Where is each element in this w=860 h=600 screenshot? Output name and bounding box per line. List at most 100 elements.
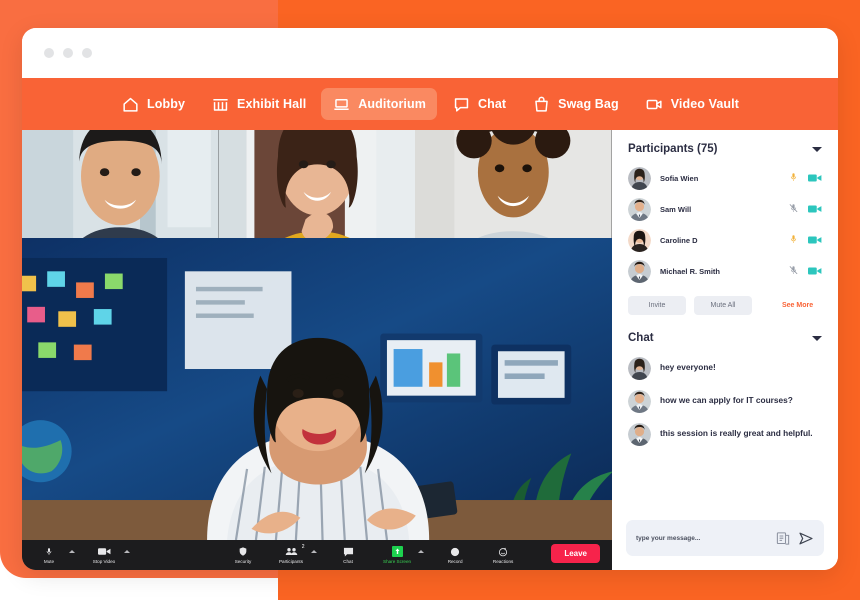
control-stop-video[interactable]: Stop Video — [87, 546, 121, 565]
chat-collapse-chevron-down-icon[interactable] — [812, 335, 822, 341]
nav-label-video-vault: Video Vault — [670, 97, 739, 111]
storefront-icon — [211, 95, 230, 113]
participants-panel-header: Participants (75) — [624, 130, 826, 163]
control-mute[interactable]: Mute — [32, 546, 66, 565]
chat-input[interactable] — [636, 534, 768, 542]
control-group-chat: Chat — [331, 546, 365, 565]
avatar — [628, 198, 651, 221]
control-record[interactable]: Record — [438, 546, 472, 565]
nav-item-exhibit-hall[interactable]: Exhibit Hall — [200, 88, 317, 120]
laptop-icon — [332, 95, 351, 113]
see-more-link[interactable]: See More — [782, 302, 813, 309]
home-icon — [121, 95, 140, 113]
camera-on-icon[interactable] — [808, 170, 822, 188]
control-share-screen[interactable]: Share Screen — [379, 546, 415, 565]
attach-document-icon[interactable] — [776, 531, 790, 546]
avatar — [628, 423, 651, 446]
control-label-share-screen: Share Screen — [383, 558, 412, 564]
microphone-on-icon[interactable] — [789, 170, 798, 188]
nav-label-chat: Chat — [477, 97, 507, 111]
chat-composer — [626, 520, 824, 556]
thumbnail-participant-3[interactable] — [415, 130, 613, 238]
thumbnail-participant-2[interactable] — [218, 130, 416, 238]
nav-item-lobby[interactable]: Lobby — [110, 88, 196, 120]
microphone-on-icon[interactable] — [789, 232, 798, 250]
participant-row[interactable]: Sofia Wien — [624, 163, 826, 194]
chat-message-text: this session is really great and helpful… — [660, 428, 813, 438]
participant-controls — [789, 263, 822, 281]
control-reactions[interactable]: Reactions — [486, 546, 520, 565]
control-group-security: Security — [226, 546, 260, 565]
chat-message: how we can apply for IT courses? — [624, 385, 826, 418]
camera-on-icon[interactable] — [808, 232, 822, 250]
camera-on-icon[interactable] — [808, 201, 822, 219]
share-options-caret[interactable] — [418, 549, 425, 553]
control-chat[interactable]: Chat — [331, 546, 365, 565]
leave-meeting-button[interactable]: Leave — [551, 544, 600, 563]
participant-name: Caroline D — [660, 236, 698, 245]
send-message-icon[interactable] — [798, 531, 814, 546]
side-panel: Participants (75) Sofia Wien Sam Will Ca… — [612, 130, 838, 570]
mute-options-caret[interactable] — [69, 549, 75, 553]
control-label-stop-video: Stop Video — [92, 558, 116, 564]
window-body: Mute Stop Video Security 2 Participants … — [22, 130, 838, 570]
participants-options-caret[interactable] — [311, 549, 317, 553]
microphone-off-icon[interactable] — [789, 263, 798, 281]
chat-bubble-icon — [343, 546, 354, 558]
participant-controls — [789, 201, 822, 219]
record-icon — [450, 546, 460, 558]
chat-message-text: how we can apply for IT courses? — [660, 395, 793, 405]
avatar — [628, 357, 651, 380]
participant-thumbnail-row — [22, 130, 613, 238]
participants-count-badge: 2 — [301, 543, 305, 550]
participant-row[interactable]: Caroline D — [624, 225, 826, 256]
participant-controls — [789, 232, 822, 250]
microphone-off-icon[interactable] — [789, 201, 798, 219]
video-stage: Mute Stop Video Security 2 Participants … — [22, 130, 613, 570]
window-dot-close[interactable] — [44, 48, 54, 58]
camera-on-icon[interactable] — [808, 263, 822, 281]
avatar — [628, 167, 651, 190]
participant-row[interactable]: Sam Will — [624, 194, 826, 225]
control-participants[interactable]: 2 Participants — [274, 544, 308, 565]
avatar — [628, 260, 651, 283]
participants-list: Sofia Wien Sam Will Caroline D Michael R… — [624, 163, 826, 287]
avatar — [628, 229, 651, 252]
nav-item-video-vault[interactable]: Video Vault — [634, 88, 750, 120]
video-options-caret[interactable] — [124, 549, 130, 553]
meeting-control-bar: Mute Stop Video Security 2 Participants … — [22, 540, 612, 570]
thumbnail-participant-1[interactable] — [22, 130, 219, 238]
video-camera-icon — [97, 546, 111, 558]
chat-title: Chat — [628, 332, 654, 344]
window-titlebar — [22, 28, 838, 78]
window-dot-maximize[interactable] — [82, 48, 92, 58]
window-dot-minimize[interactable] — [63, 48, 73, 58]
chat-message-list: hey everyone! how we can apply for IT co… — [624, 352, 826, 516]
control-label-record: Record — [447, 558, 463, 564]
microphone-icon — [45, 546, 53, 558]
people-icon: 2 — [285, 544, 305, 558]
control-group-participants: 2 Participants — [274, 544, 317, 565]
main-speaker-video[interactable] — [22, 238, 612, 540]
participants-collapse-chevron-down-icon[interactable] — [812, 146, 822, 152]
participant-name: Sam Will — [660, 205, 692, 214]
control-group-reactions: Reactions — [486, 546, 520, 565]
nav-label-lobby: Lobby — [147, 97, 186, 111]
chat-bubble-icon — [452, 95, 471, 113]
control-label-mute: Mute — [43, 558, 55, 564]
control-group-audio: Mute — [32, 546, 75, 565]
shopping-bag-icon — [532, 95, 551, 113]
mute-all-button[interactable]: Mute All — [694, 296, 752, 315]
control-security[interactable]: Security — [226, 546, 260, 565]
chat-message: this session is really great and helpful… — [624, 418, 826, 451]
control-group-record: Record — [438, 546, 472, 565]
invite-button[interactable]: Invite — [628, 296, 686, 315]
video-camera-icon — [645, 95, 664, 113]
nav-item-swag-bag[interactable]: Swag Bag — [521, 88, 630, 120]
nav-item-chat[interactable]: Chat — [441, 88, 517, 120]
nav-label-exhibit-hall: Exhibit Hall — [237, 97, 307, 111]
nav-item-auditorium[interactable]: Auditorium — [321, 88, 437, 120]
participant-row[interactable]: Michael R. Smith — [624, 256, 826, 287]
participant-controls — [789, 170, 822, 188]
shield-icon — [238, 546, 248, 558]
